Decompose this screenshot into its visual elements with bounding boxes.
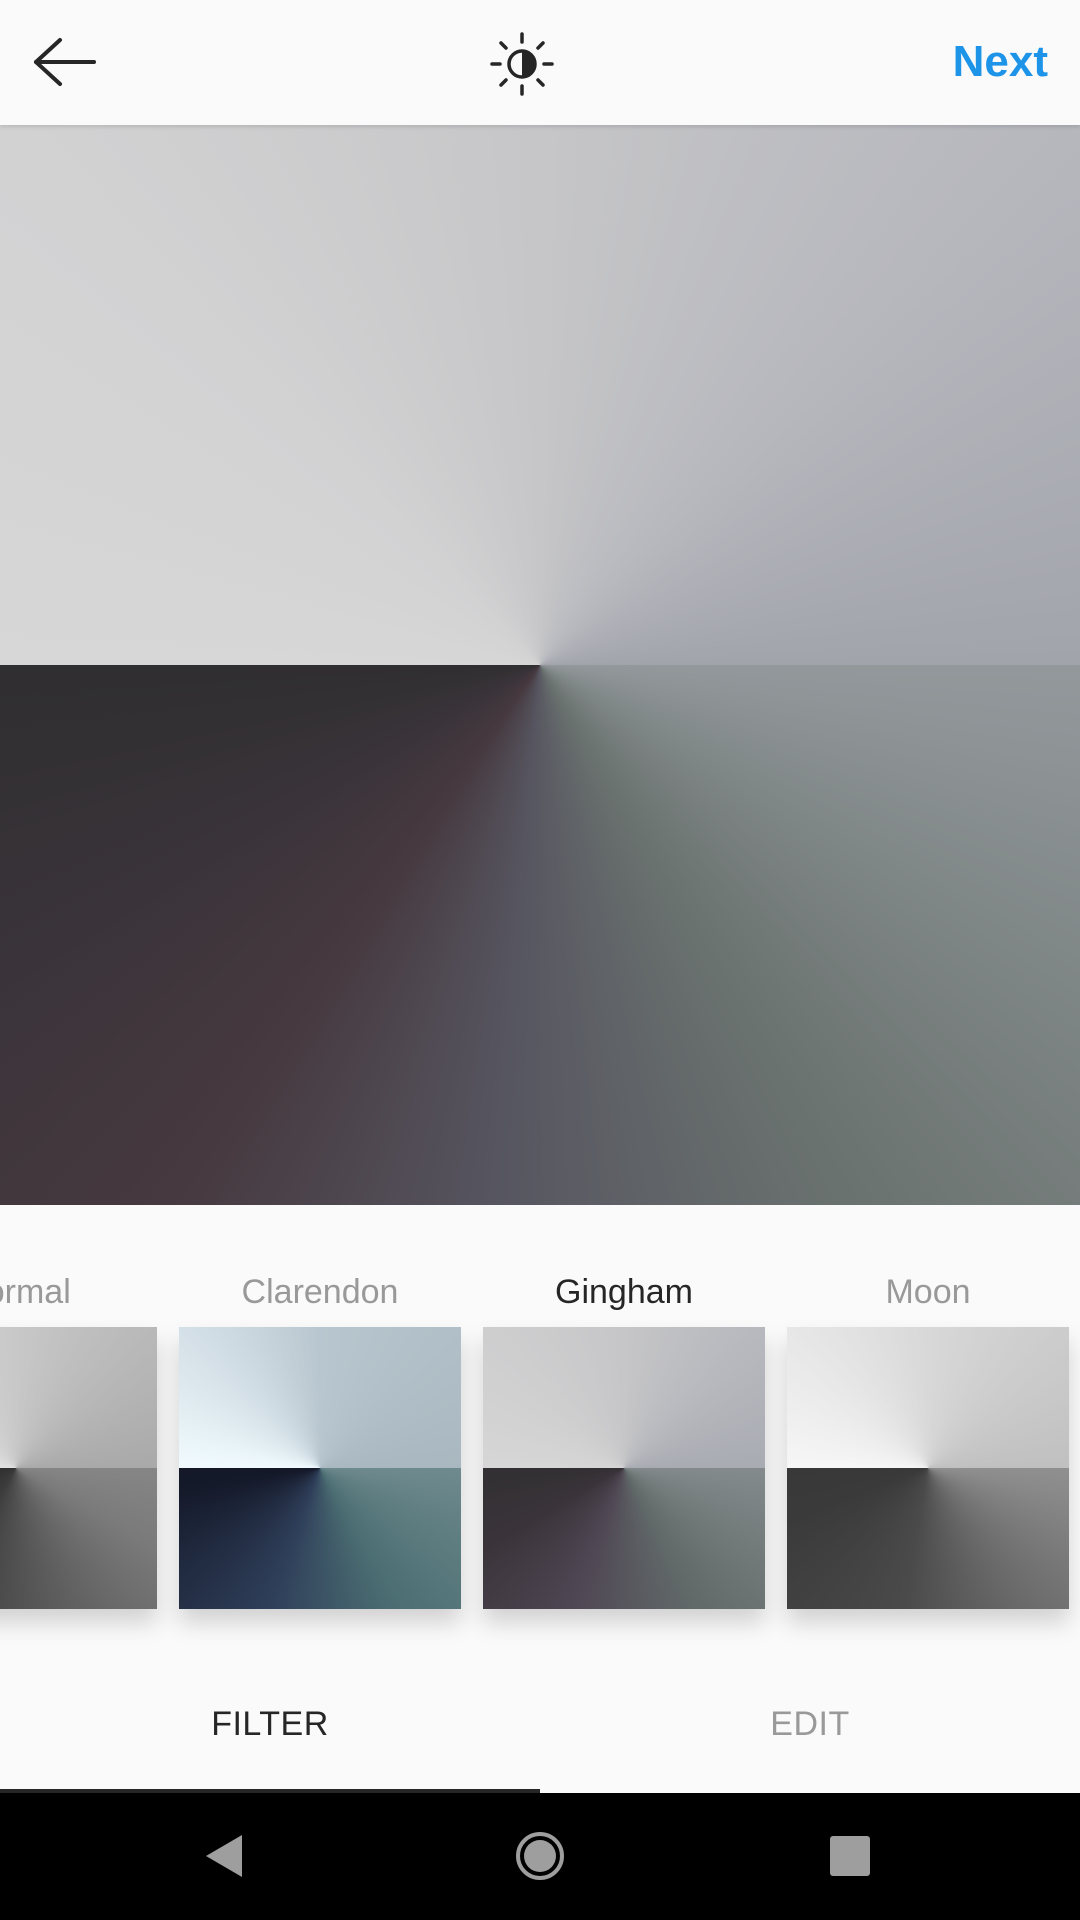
filter-screen: Next Normal Clarendon Gingham Moon xyxy=(0,0,1080,1920)
brightness-contrast-icon xyxy=(490,32,554,96)
arrow-left-icon xyxy=(34,38,96,86)
filter-thumbnail[interactable] xyxy=(0,1327,157,1609)
system-back-button[interactable] xyxy=(190,1821,260,1891)
nav-recents-square-icon xyxy=(830,1836,870,1876)
system-home-button[interactable] xyxy=(505,1821,575,1891)
filter-strip[interactable]: Normal Clarendon Gingham Moon xyxy=(0,1205,1080,1655)
filter-thumbnail[interactable] xyxy=(787,1327,1069,1609)
filter-label: Clarendon xyxy=(241,1273,399,1311)
nav-back-triangle-icon xyxy=(206,1835,242,1877)
filter-thumbnail[interactable] xyxy=(179,1327,461,1609)
photo-preview xyxy=(0,125,1080,1205)
back-button[interactable] xyxy=(20,22,110,102)
filter-label: Moon xyxy=(885,1273,971,1311)
tab-filter[interactable]: FILTER xyxy=(0,1655,540,1793)
top-bar: Next xyxy=(0,0,1080,125)
system-recents-button[interactable] xyxy=(815,1821,885,1891)
filter-label: Normal xyxy=(0,1273,71,1311)
tab-edit[interactable]: EDIT xyxy=(540,1655,1080,1793)
filter-label: Gingham xyxy=(555,1273,693,1311)
nav-home-circle-icon xyxy=(516,1832,564,1880)
editor-tabs: FILTER EDIT xyxy=(0,1655,1080,1793)
photo-preview-top xyxy=(0,125,1080,665)
next-button[interactable]: Next xyxy=(953,36,1048,88)
system-navigation-bar xyxy=(0,1793,1080,1920)
photo-preview-bottom xyxy=(0,665,1080,1205)
filter-thumbnail[interactable] xyxy=(483,1327,765,1609)
brightness-adjust-button[interactable] xyxy=(482,26,562,102)
